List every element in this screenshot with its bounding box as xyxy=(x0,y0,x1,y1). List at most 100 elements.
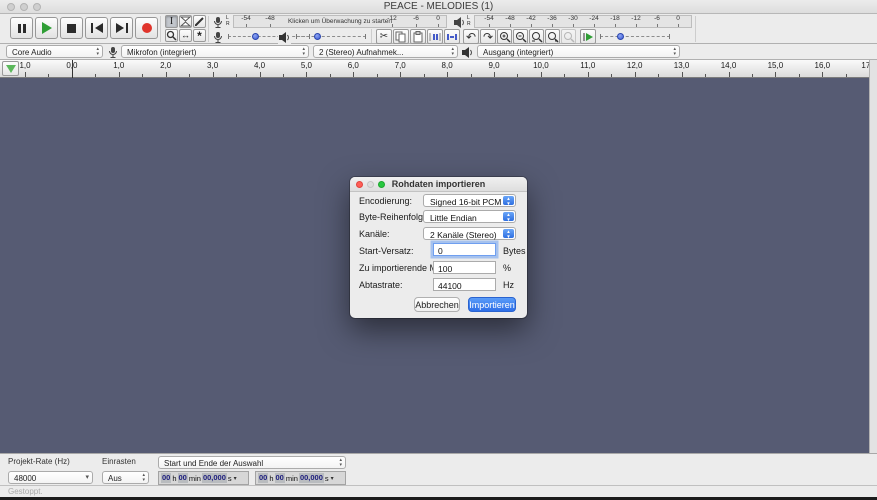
cut-button[interactable]: ✂ xyxy=(376,29,392,44)
meter-tick-label: -48 xyxy=(505,15,515,22)
paste-button[interactable] xyxy=(410,29,426,44)
stop-icon xyxy=(67,23,76,33)
encoding-select[interactable]: Signed 16-bit PCM ▲ ▼ xyxy=(423,194,516,207)
record-button[interactable] xyxy=(135,17,158,39)
ruler-label: 13,0 xyxy=(673,61,690,70)
play-speed-thumb[interactable] xyxy=(617,33,624,40)
timeshift-tool-button[interactable]: ↔ xyxy=(179,29,192,42)
record-icon xyxy=(141,23,152,33)
meter-tick-label: -30 xyxy=(568,15,578,22)
play-button[interactable] xyxy=(35,17,58,39)
meter-tick-label: -36 xyxy=(547,15,557,22)
zoom-in-button[interactable] xyxy=(497,29,512,44)
snap-select[interactable]: Aus ▴ ▾ xyxy=(102,471,149,484)
byte-order-select[interactable]: Little Endian ▲ ▼ xyxy=(423,210,516,223)
envelope-icon xyxy=(180,16,191,27)
start-offset-input[interactable]: 0 xyxy=(433,243,496,256)
import-raw-dialog: Rohdaten importieren Encodierung: Signed… xyxy=(350,177,527,318)
skip-to-end-button[interactable] xyxy=(110,17,133,39)
arrows-lr-icon: ↔ xyxy=(181,30,190,40)
copy-icon xyxy=(395,31,406,42)
copy-button[interactable] xyxy=(393,29,409,44)
meter-tick-label: -24 xyxy=(589,15,599,22)
stepper-icon: ▴ ▾ xyxy=(142,472,145,483)
timeline-options-button[interactable] xyxy=(2,61,19,76)
playback-meter[interactable]: -54 -48 -42 -36 -30 -24 -18 -12 -6 0 xyxy=(474,15,692,28)
redo-button[interactable]: ↷ xyxy=(480,29,496,44)
input-device-mic-icon xyxy=(109,47,117,58)
edit-cursor xyxy=(72,60,73,78)
play-meter-channels: LR xyxy=(467,15,471,27)
audio-host-select[interactable]: Core Audio ▴ ▾ xyxy=(6,45,103,58)
audacity-window: PEACE - MELODIES (1) I ↔ * LR Klicken um… xyxy=(0,0,877,500)
meter-tick-label: -54 xyxy=(484,15,494,22)
undo-icon: ↶ xyxy=(465,29,477,44)
undo-button[interactable]: ↶ xyxy=(463,29,479,44)
skip-to-start-button[interactable] xyxy=(85,17,108,39)
zoom-selection-button[interactable] xyxy=(529,29,544,44)
pause-icon xyxy=(17,23,21,33)
zoom-out-button[interactable] xyxy=(513,29,528,44)
output-device-select[interactable]: Ausgang (integriert) ▴ ▾ xyxy=(477,45,680,58)
play-at-speed-button[interactable] xyxy=(580,29,596,44)
selection-start-field[interactable]: 00 h 00 min 00,000 s ▾ xyxy=(158,471,249,485)
sample-rate-input[interactable]: 44100 xyxy=(433,278,496,291)
magnifier-icon xyxy=(166,30,177,41)
title-bar: PEACE - MELODIES (1) xyxy=(0,0,877,14)
clipboard-icon xyxy=(413,30,423,42)
stepper-icon: ▴ ▾ xyxy=(673,46,676,57)
channels-label: Kanäle: xyxy=(359,229,390,239)
zoom-tool-button[interactable] xyxy=(165,29,178,42)
zoom-toggle-button[interactable] xyxy=(561,29,576,44)
ruler-label: 6,0 xyxy=(347,61,359,70)
envelope-tool-button[interactable] xyxy=(179,15,192,28)
ruler-label: 14,0 xyxy=(720,61,737,70)
timeline-ruler[interactable]: 1,00,01,02,03,04,05,06,07,08,09,010,011,… xyxy=(0,60,877,78)
chevron-down-icon[interactable]: ▾ xyxy=(331,475,334,482)
redo-icon: ↷ xyxy=(482,29,494,44)
stepper-icon: ▴ ▾ xyxy=(96,46,99,57)
zoom-fit-button[interactable] xyxy=(545,29,560,44)
multi-tool-button[interactable]: * xyxy=(193,29,206,42)
selection-tool-button[interactable]: I xyxy=(165,15,178,28)
play-icon xyxy=(41,22,52,34)
window-title: PEACE - MELODIES (1) xyxy=(383,1,494,12)
ruler-label: 1,0 xyxy=(19,61,31,70)
record-meter-mic-icon xyxy=(214,17,222,28)
selection-end-field[interactable]: 00 h 00 min 00,000 s ▾ xyxy=(255,471,346,485)
play-volume-thumb[interactable] xyxy=(314,33,321,40)
silence-audio-button[interactable] xyxy=(444,29,460,44)
stop-button[interactable] xyxy=(60,17,83,39)
recording-meter[interactable]: Klicken um Überwachung zu starten -54 -48… xyxy=(233,15,447,28)
record-volume-thumb[interactable] xyxy=(252,33,259,40)
chevron-down-icon: ▾ xyxy=(85,474,89,481)
timeline-pin-icon xyxy=(5,64,16,73)
cancel-button[interactable]: Abbrechen xyxy=(414,297,460,312)
input-device-select[interactable]: Mikrofon (integriert) ▴ ▾ xyxy=(121,45,309,58)
play-speed-slider[interactable] xyxy=(600,33,670,40)
project-rate-label: Projekt-Rate (Hz) xyxy=(8,457,70,466)
import-button[interactable]: Importieren xyxy=(468,297,516,312)
project-rate-select[interactable]: 48000 ▾ xyxy=(8,471,93,484)
meter-tick-label: -12 xyxy=(631,15,641,22)
zoom-out-icon xyxy=(515,31,527,43)
ruler-label: 1,0 xyxy=(113,61,125,70)
stepper-icon: ▲ ▼ xyxy=(503,196,514,205)
trim-audio-button[interactable] xyxy=(427,29,443,44)
draw-tool-button[interactable] xyxy=(193,15,206,28)
stepper-icon: ▲ ▼ xyxy=(503,229,514,238)
vertical-scrollbar[interactable] xyxy=(869,60,877,453)
selection-mode-select[interactable]: Start und Ende der Auswahl ▴ ▾ xyxy=(158,456,346,469)
scissors-icon: ✂ xyxy=(379,30,389,42)
channels-select[interactable]: 2 Kanäle (Stereo) ▲ ▼ xyxy=(423,227,516,240)
ruler-label: 8,0 xyxy=(441,61,453,70)
encoding-label: Encodierung: xyxy=(359,196,413,206)
play-volume-slider[interactable] xyxy=(296,33,366,40)
pause-button[interactable] xyxy=(10,17,33,39)
import-amount-input[interactable]: 100 xyxy=(433,261,496,274)
zoom-in-icon xyxy=(499,31,511,43)
recording-channels-select[interactable]: 2 (Stereo) Aufnahmek... ▴ ▾ xyxy=(313,45,458,58)
chevron-down-icon[interactable]: ▾ xyxy=(234,475,237,482)
play-volume-speaker-icon xyxy=(278,31,291,44)
skip-start-icon xyxy=(94,23,103,33)
